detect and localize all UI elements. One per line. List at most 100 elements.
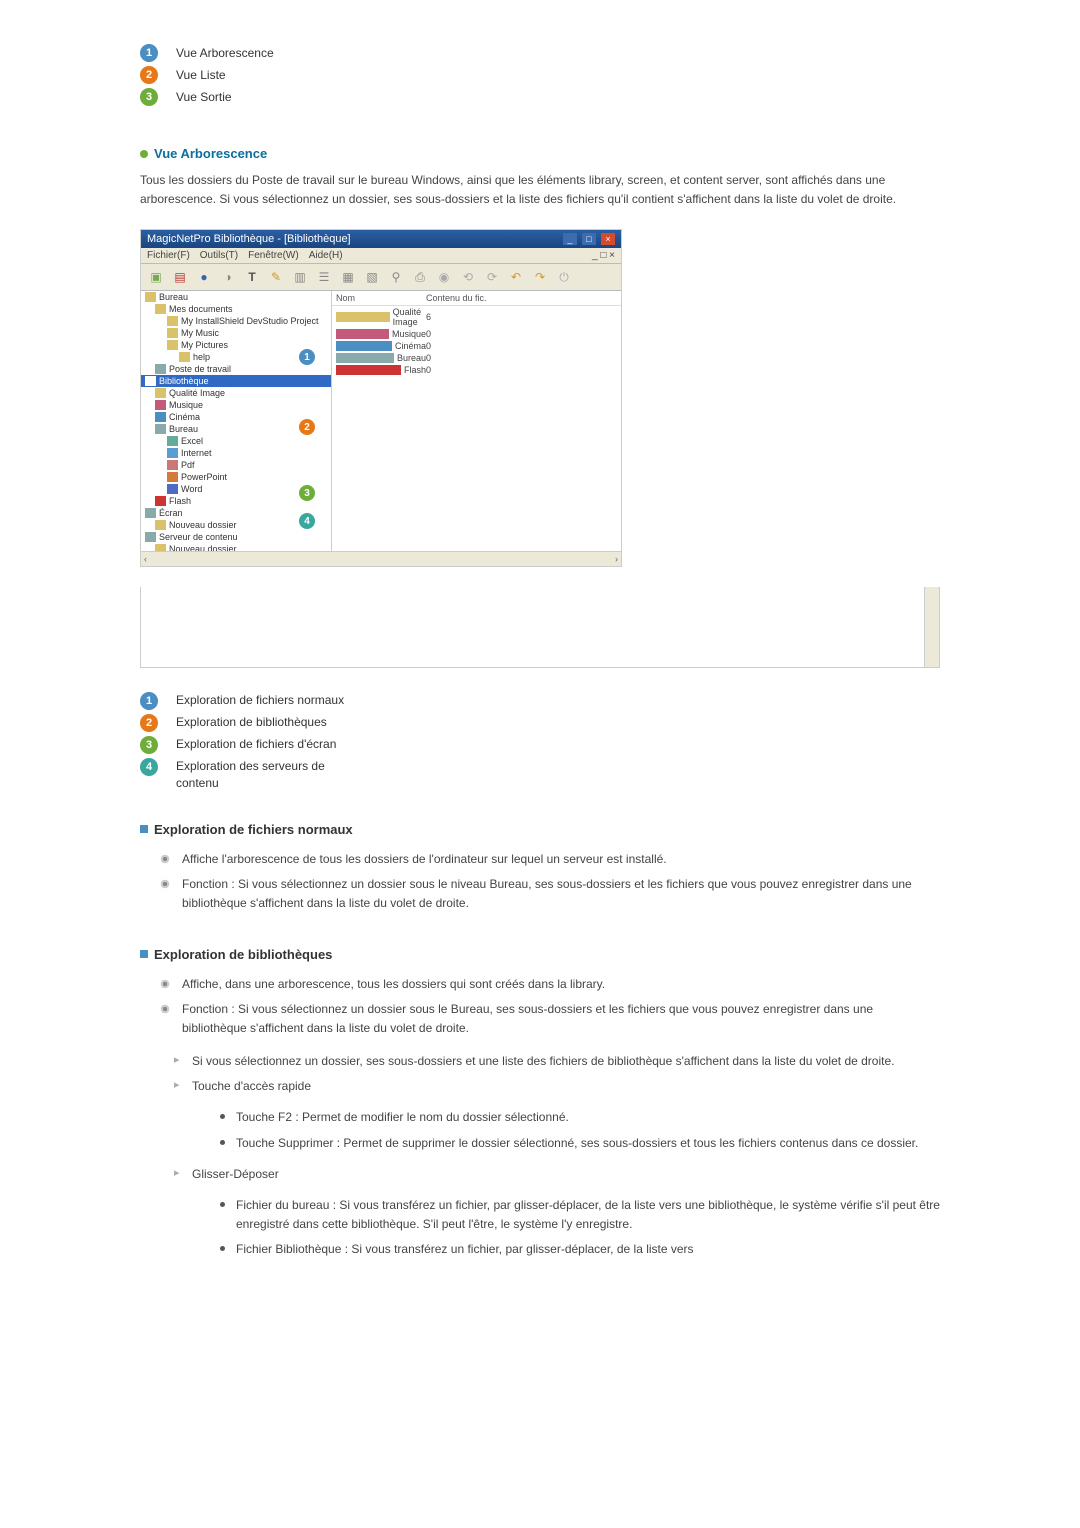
row-value: 6 xyxy=(426,312,431,322)
number-badge: 3 xyxy=(140,736,158,754)
tool-icon[interactable]: ▣ xyxy=(147,268,165,286)
list-sub2-tri: Si vous sélectionnez un dossier, ses sou… xyxy=(174,1049,940,1099)
list-sub2-disc1: Touche F2 : Permet de modifier le nom du… xyxy=(220,1105,940,1155)
row-value: 0 xyxy=(426,329,431,339)
folder-icon xyxy=(145,376,156,386)
tree-node[interactable]: My Music xyxy=(141,327,331,339)
legend-mid: 1Exploration de fichiers normaux2Explora… xyxy=(140,692,940,792)
folder-icon xyxy=(155,400,166,410)
legend-item: 1Vue Arborescence xyxy=(140,44,940,62)
scrollbar-horizontal[interactable]: ‹› xyxy=(141,551,621,566)
row-name: Musique xyxy=(392,329,426,339)
tree-node[interactable]: Bibliothèque xyxy=(141,375,331,387)
tree-node[interactable]: Mes documents xyxy=(141,303,331,315)
tool-icon[interactable]: ▤ xyxy=(171,268,189,286)
square-icon xyxy=(140,825,148,833)
menu-item[interactable]: Outils(T) xyxy=(200,250,238,261)
tree-node[interactable]: Bureau xyxy=(141,291,331,303)
tool-icon[interactable]: ✎ xyxy=(267,268,285,286)
maximize-icon[interactable]: □ xyxy=(582,233,596,245)
folder-icon xyxy=(167,436,178,446)
list-row[interactable]: Musique0 xyxy=(332,328,621,340)
bullet-icon xyxy=(140,150,148,158)
tree-node[interactable]: Pdf xyxy=(141,459,331,471)
tree-node[interactable]: Poste de travail xyxy=(141,363,331,375)
tree-label: My Pictures xyxy=(181,340,228,350)
list-item: Touche d'accès rapide xyxy=(174,1074,940,1099)
tool-icon[interactable]: ⎙ xyxy=(411,268,429,286)
tool-icon[interactable]: ⟲ xyxy=(459,268,477,286)
tool-icon[interactable]: ▥ xyxy=(291,268,309,286)
tool-icon[interactable]: ▦ xyxy=(339,268,357,286)
menu-item[interactable]: Fichier(F) xyxy=(147,250,190,261)
number-badge: 4 xyxy=(140,758,158,776)
folder-icon xyxy=(155,424,166,434)
minimize-icon[interactable]: _ xyxy=(563,233,577,245)
tool-icon[interactable]: ↷ xyxy=(531,268,549,286)
folder-icon xyxy=(167,472,178,482)
tree-label: My Music xyxy=(181,328,219,338)
tool-icon[interactable]: ⏻ xyxy=(555,268,573,286)
legend-top: 1Vue Arborescence 2 Vue Liste 3 Vue Sortie xyxy=(140,44,940,106)
tree-node[interactable]: Musique xyxy=(141,399,331,411)
list-pane[interactable]: Nom Contenu du fic. Qualité Image6Musiqu… xyxy=(332,291,621,551)
tree-label: Musique xyxy=(169,400,203,410)
folder-icon xyxy=(155,496,166,506)
section-title: Vue Arborescence xyxy=(154,146,267,161)
list-row[interactable]: Bureau0 xyxy=(332,352,621,364)
tree-node[interactable]: Nouveau dossier xyxy=(141,543,331,551)
tree-node[interactable]: Internet xyxy=(141,447,331,459)
list-row[interactable]: Qualité Image6 xyxy=(332,306,621,328)
menu-item[interactable]: Aide(H) xyxy=(309,250,343,261)
folder-icon xyxy=(155,544,166,551)
legend-item: 2 Vue Liste xyxy=(140,66,940,84)
tool-icon[interactable]: ◑ xyxy=(219,268,237,286)
legend-label: Vue Sortie xyxy=(176,90,232,104)
folder-icon xyxy=(145,532,156,542)
tree-node[interactable]: PowerPoint xyxy=(141,471,331,483)
tool-icon[interactable]: ☰ xyxy=(315,268,333,286)
list-row[interactable]: Flash0 xyxy=(332,364,621,376)
tool-icon[interactable]: T xyxy=(243,268,261,286)
tree-node[interactable]: My InstallShield DevStudio Project xyxy=(141,315,331,327)
tool-icon[interactable]: ◉ xyxy=(435,268,453,286)
legend-item: 2Exploration de bibliothèques xyxy=(140,714,940,732)
inner-window-controls[interactable]: _ □ × xyxy=(592,250,615,261)
list-header: Nom Contenu du fic. xyxy=(332,291,621,306)
number-badge: 3 xyxy=(140,88,158,106)
folder-icon xyxy=(145,508,156,518)
tool-icon[interactable]: ● xyxy=(195,268,213,286)
folder-icon xyxy=(155,364,166,374)
row-value: 0 xyxy=(426,353,431,363)
number-badge: 2 xyxy=(140,66,158,84)
tool-icon[interactable]: ⚲ xyxy=(387,268,405,286)
tree-label: Bibliothèque xyxy=(159,376,209,386)
menu-bar: Fichier(F) Outils(T) Fenêtre(W) Aide(H) _ □… xyxy=(141,248,621,264)
tree-label: Word xyxy=(181,484,202,494)
tree-node[interactable]: Serveur de contenu xyxy=(141,531,331,543)
file-icon xyxy=(336,353,394,363)
tree-node[interactable]: Excel xyxy=(141,435,331,447)
tool-icon[interactable]: ⟳ xyxy=(483,268,501,286)
legend-label: Vue Arborescence xyxy=(176,46,274,60)
menu-item[interactable]: Fenêtre(W) xyxy=(248,250,299,261)
folder-icon xyxy=(167,484,178,494)
tree-label: Flash xyxy=(169,496,191,506)
tool-icon[interactable]: ↶ xyxy=(507,268,525,286)
tool-icon[interactable]: ▧ xyxy=(363,268,381,286)
list-item: Fichier du bureau : Si vous transférez u… xyxy=(220,1193,940,1237)
tree-label: Mes documents xyxy=(169,304,233,314)
folder-icon xyxy=(155,520,166,530)
list-sub2-tri2: Glisser-Déposer xyxy=(174,1162,940,1187)
list-row[interactable]: Cinéma0 xyxy=(332,340,621,352)
close-icon[interactable]: × xyxy=(601,233,615,245)
intro-text: Tous les dossiers du Poste de travail su… xyxy=(140,171,940,209)
list-item: Touche F2 : Permet de modifier le nom du… xyxy=(220,1105,940,1130)
tree-pane[interactable]: BureauMes documentsMy InstallShield DevS… xyxy=(141,291,332,551)
window-buttons: _ □ × xyxy=(561,233,615,245)
legend-label: Vue Liste xyxy=(176,68,226,82)
tree-label: Pdf xyxy=(181,460,195,470)
tree-label: Nouveau dossier xyxy=(169,520,237,530)
row-value: 0 xyxy=(426,341,431,351)
tree-node[interactable]: Qualité Image xyxy=(141,387,331,399)
